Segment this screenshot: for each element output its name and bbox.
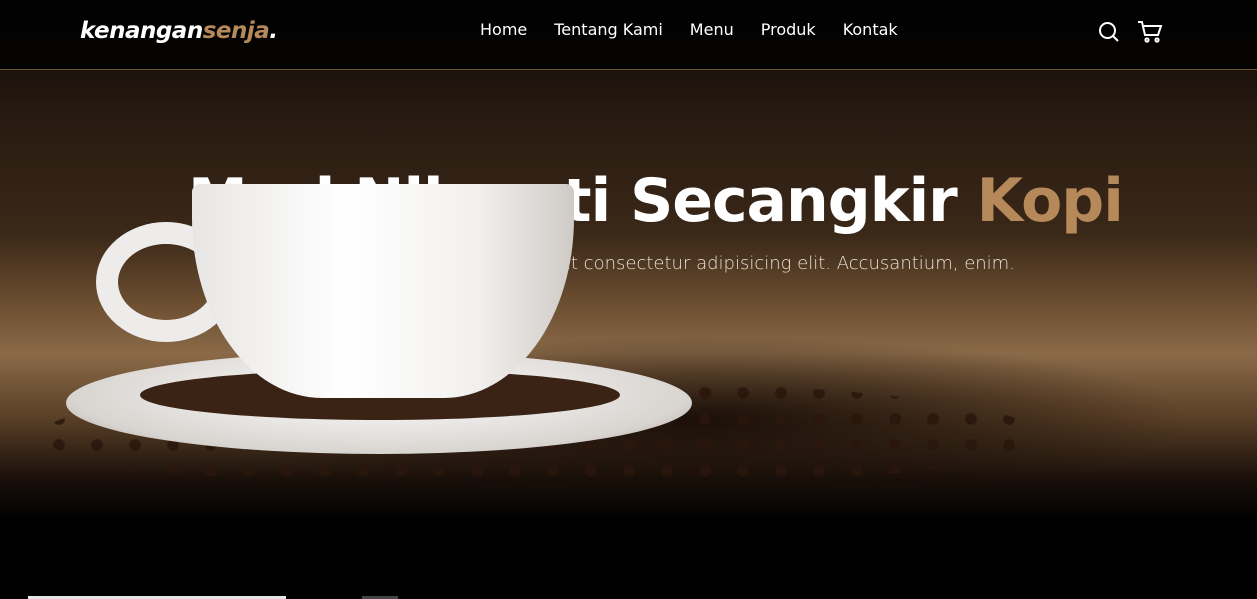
logo[interactable]: kenangansenja. [80, 18, 278, 44]
nav-produk[interactable]: Produk [761, 20, 816, 39]
coffee-cup-image [192, 184, 574, 398]
nav-kontak[interactable]: Kontak [843, 20, 898, 39]
logo-dot: . [269, 18, 278, 44]
nav-home[interactable]: Home [480, 20, 527, 39]
search-icon[interactable] [1097, 20, 1121, 44]
logo-accent: senja [202, 18, 270, 44]
navbar: kenangansenja. Home Tentang Kami Menu Pr… [0, 0, 1257, 70]
nav-links: Home Tentang Kami Menu Produk Kontak [480, 20, 898, 39]
nav-tentang-kami[interactable]: Tentang Kami [554, 20, 663, 39]
logo-main: kenangan [80, 18, 203, 44]
hero-title-accent: Kopi [976, 166, 1124, 236]
nav-menu[interactable]: Menu [690, 20, 734, 39]
nav-icons [1097, 20, 1163, 44]
cart-icon[interactable] [1137, 20, 1163, 44]
